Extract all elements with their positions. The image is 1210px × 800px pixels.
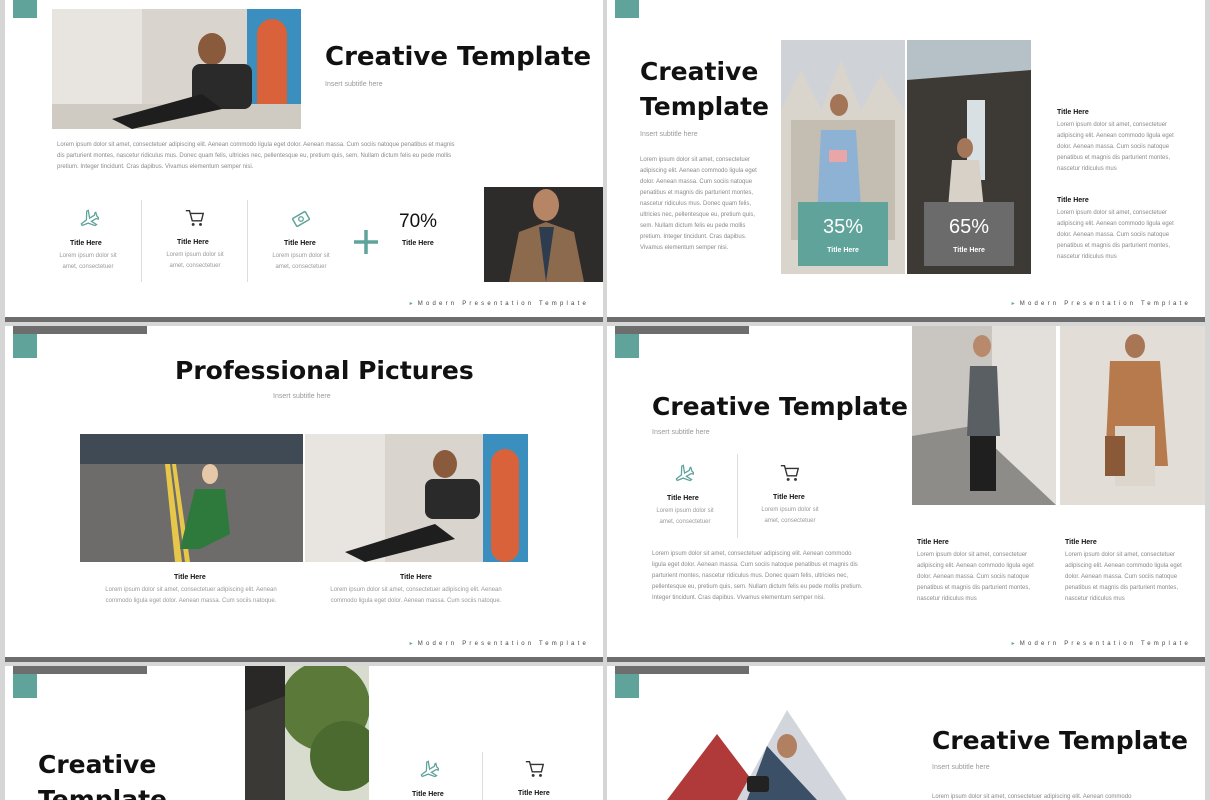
accent-square (615, 0, 639, 18)
cart-icon (780, 464, 800, 481)
feature-title: Title Here (773, 494, 805, 501)
item-title: Title Here (1065, 539, 1097, 546)
accent-square (615, 674, 639, 698)
money-icon (291, 210, 311, 228)
caption-title: Title Here (400, 574, 432, 581)
slide-6[interactable]: Creative Template Insert subtitle here L… (607, 666, 1205, 800)
accent-square (615, 334, 639, 358)
stat-value: 65% (948, 216, 990, 238)
slide-2[interactable]: Creative Template Insert subtitle here L… (607, 0, 1205, 322)
bottom-bar (5, 657, 603, 662)
slide-title-line1: Creative (38, 750, 157, 779)
slide-4[interactable]: Creative Template Insert subtitle here T… (607, 326, 1205, 662)
body-text: Lorem ipsum dolor sit amet, consectetuer… (932, 794, 1132, 800)
woman-road-photo (80, 434, 303, 562)
airplane-icon (80, 209, 99, 227)
stat-box-teal: 35% Title Here (798, 202, 888, 266)
cart-icon (185, 209, 205, 226)
item-text: Lorem ipsum dolor sit amet, consectetuer… (1057, 122, 1174, 172)
plus-icon (354, 230, 378, 254)
percent-label: Title Here (402, 240, 434, 247)
accent-square (13, 674, 37, 698)
man-camera-photo (647, 706, 887, 800)
feature-title: Title Here (518, 790, 550, 797)
feature-title: Title Here (667, 495, 699, 502)
stat-label: Title Here (953, 247, 985, 254)
slide-title: Creative Template (652, 392, 908, 421)
caption-text: Lorem ipsum dolor sit amet, consectetuer… (105, 587, 277, 604)
footer-text: Modern Presentation Template (1012, 640, 1191, 647)
top-bar (615, 666, 749, 674)
divider (737, 454, 738, 538)
airplane-icon (675, 464, 694, 482)
item-title: Title Here (1057, 197, 1089, 204)
divider (247, 200, 248, 282)
caption-text: Lorem ipsum dolor sit amet, consectetuer… (330, 587, 502, 604)
item-text: Lorem ipsum dolor sit amet, consectetuer… (917, 552, 1034, 602)
bottom-bar (5, 317, 603, 322)
feature-text: Lorem ipsum dolor sit amet, consectetuer (761, 507, 819, 524)
top-bar (13, 666, 147, 674)
slide-5[interactable]: Creative Template Title Here Title Here (5, 666, 603, 800)
accent-square (13, 334, 37, 358)
man-sitting-photo (305, 434, 528, 562)
body-text: Lorem ipsum dolor sit amet, consectetuer… (652, 551, 863, 601)
man-jacket-photo (484, 187, 603, 282)
slide-3[interactable]: Professional Pictures Insert subtitle he… (5, 326, 603, 662)
item-title: Title Here (1057, 109, 1089, 116)
bottom-bar (607, 657, 1205, 662)
slide-subtitle: Insert subtitle here (640, 131, 698, 138)
feature-title: Title Here (70, 240, 102, 247)
slide-title: Creative Template (932, 726, 1188, 755)
body-text: Lorem ipsum dolor sit amet, consectetuer… (57, 142, 455, 170)
slide-subtitle: Insert subtitle here (652, 429, 710, 436)
percent-value: 70% (399, 211, 438, 232)
slide-subtitle: Insert subtitle here (932, 764, 990, 771)
stat-box-gray: 65% Title Here (924, 202, 1014, 266)
slide-title-line2: Template (640, 92, 769, 121)
divider (482, 752, 483, 800)
cart-icon (525, 760, 545, 777)
top-bar (615, 326, 749, 334)
feature-text: Lorem ipsum dolor sit amet, consectetuer (272, 253, 330, 270)
slide-subtitle: Insert subtitle here (273, 393, 331, 400)
man-sitting-photo (52, 9, 301, 129)
feature-title: Title Here (177, 239, 209, 246)
slide-title: Creative Template (325, 42, 592, 72)
airplane-icon (420, 760, 439, 778)
body-text: Lorem ipsum dolor sit amet, consectetuer… (640, 157, 757, 251)
top-bar (13, 326, 147, 334)
footer-text: Modern Presentation Template (1012, 300, 1191, 307)
item-text: Lorem ipsum dolor sit amet, consectetuer… (1057, 210, 1174, 260)
man-tree-photo (245, 666, 369, 800)
feature-title: Title Here (412, 791, 444, 798)
slide-subtitle: Insert subtitle here (325, 81, 383, 88)
slide-title: Professional Pictures (175, 356, 474, 385)
caption-title: Title Here (174, 574, 206, 581)
feature-text: Lorem ipsum dolor sit amet, consectetuer (59, 253, 117, 270)
item-text: Lorem ipsum dolor sit amet, consectetuer… (1065, 552, 1182, 602)
footer-text: Modern Presentation Template (410, 300, 589, 307)
divider (141, 200, 142, 282)
feature-text: Lorem ipsum dolor sit amet, consectetuer (166, 252, 224, 269)
woman-street-photo (912, 326, 1056, 505)
feature-title: Title Here (284, 240, 316, 247)
slide-1[interactable]: Creative Template Insert subtitle here L… (5, 0, 603, 322)
stat-label: Title Here (827, 247, 859, 254)
accent-square (13, 0, 37, 18)
man-coat-photo (1060, 326, 1205, 505)
stat-value: 35% (822, 216, 864, 238)
slide-title-line1: Creative (640, 57, 759, 86)
bottom-bar (607, 317, 1205, 322)
footer-text: Modern Presentation Template (410, 640, 589, 647)
item-title: Title Here (917, 539, 949, 546)
feature-text: Lorem ipsum dolor sit amet, consectetuer (656, 508, 714, 525)
slide-title-line2: Template (38, 785, 167, 800)
